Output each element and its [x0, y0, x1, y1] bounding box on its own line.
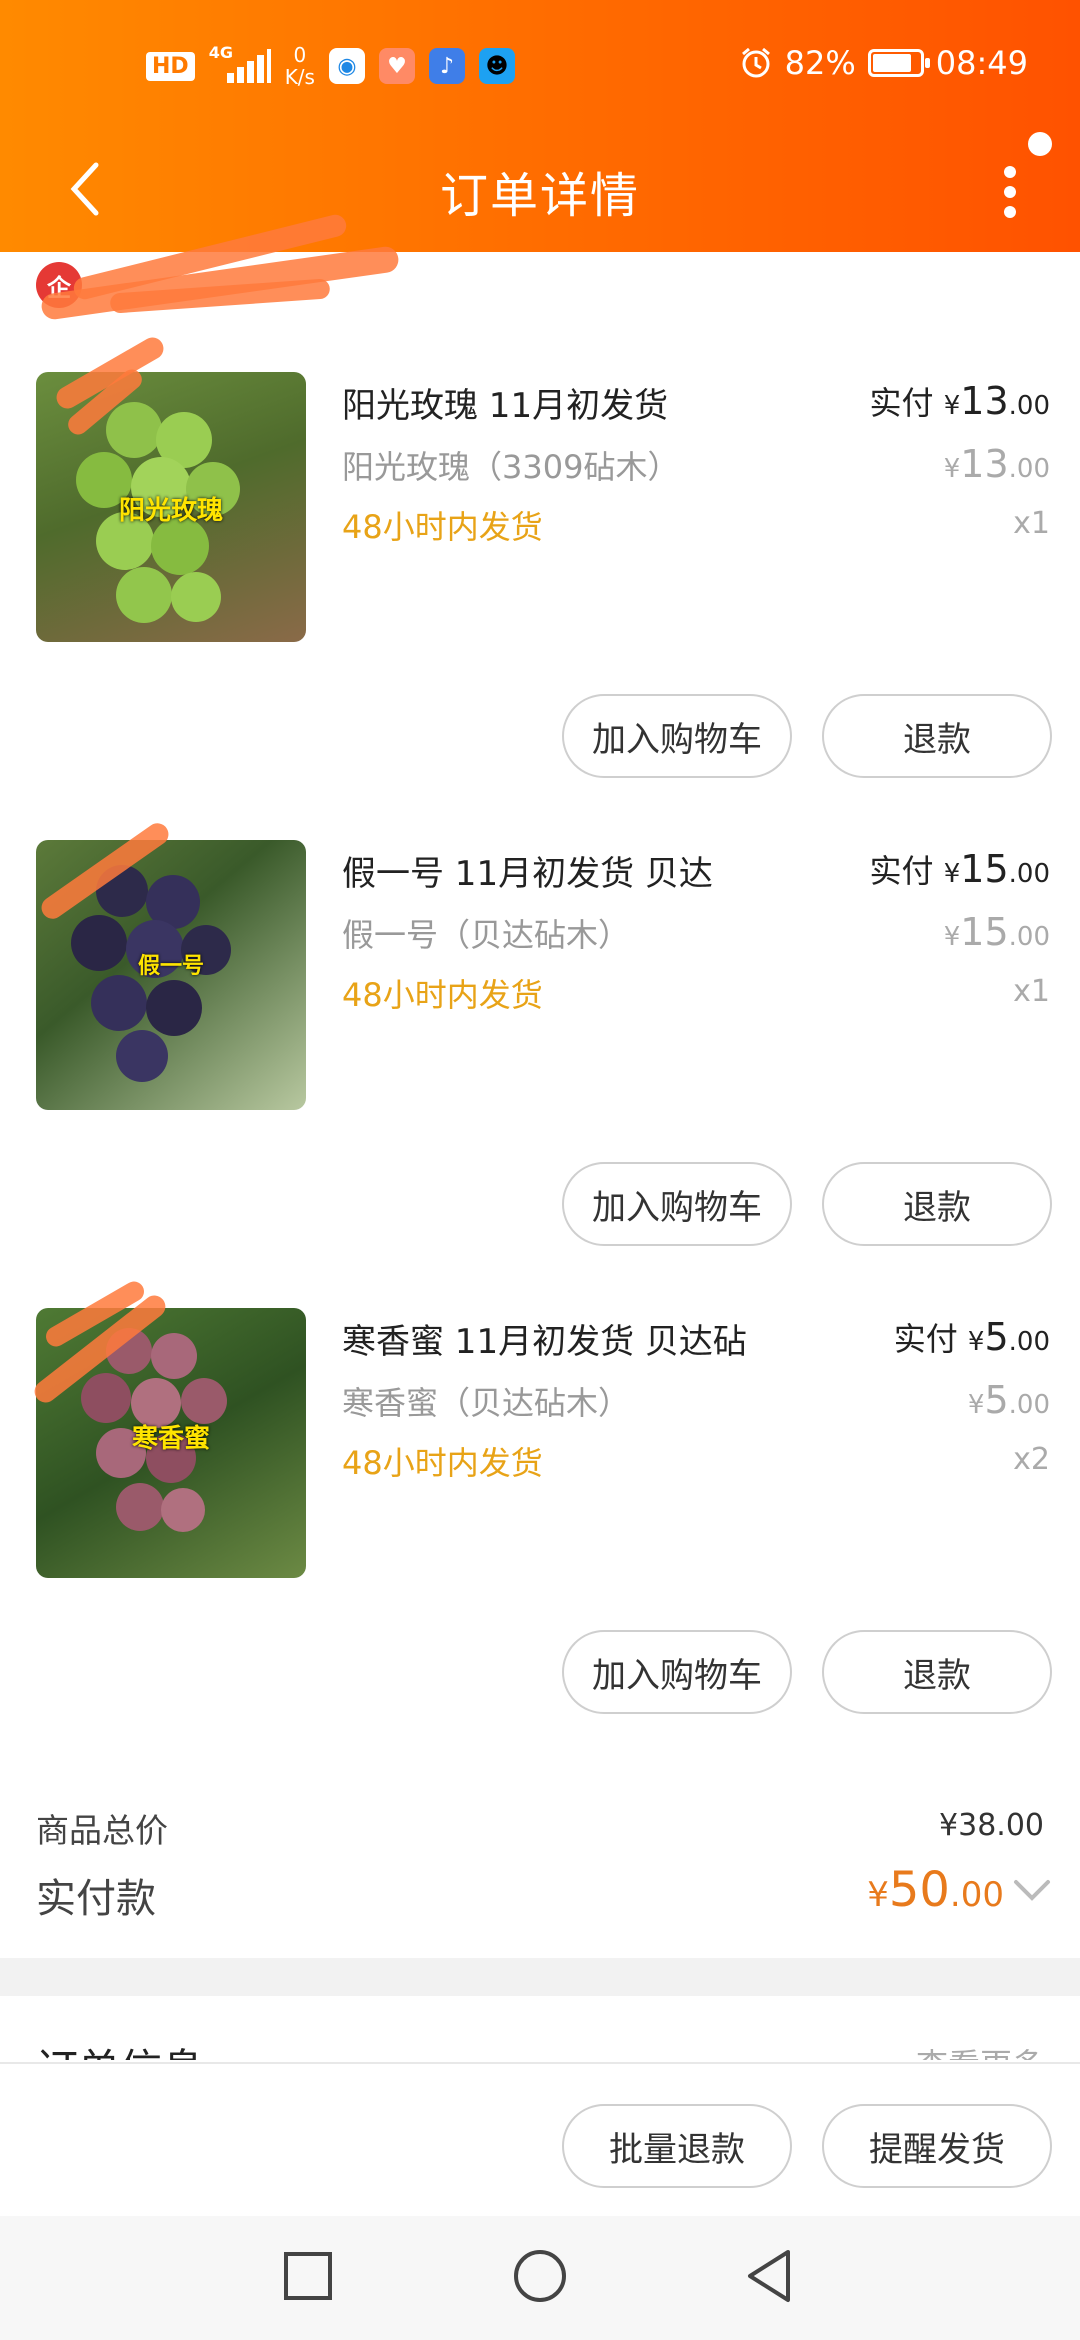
- battery-percent: 82%: [784, 44, 856, 82]
- quantity: x2: [1013, 1442, 1050, 1477]
- order-info-title: 订单信息: [36, 2036, 204, 2060]
- status-left: HD 4G 0 K/s ◉ ♥ ♪ ☻: [146, 43, 515, 89]
- hd-badge: HD: [146, 51, 195, 81]
- order-item: 寒香蜜 寒香蜜 11月初发货 贝达砧 寒香蜜（贝达砧木） 48小时内发货 实付 …: [0, 1277, 1080, 1778]
- order-item: 阳光玫瑰 阳光玫瑰 11月初发货 阳光玫瑰（3309砧木） 48小时内发货 实付…: [0, 333, 1080, 842]
- signal-icon: 4G: [209, 43, 271, 83]
- add-to-cart-button[interactable]: 加入购物车: [562, 694, 792, 778]
- order-item: 假一号 假一号 11月初发货 贝达 假一号（贝达砧木） 48小时内发货 实付 ¥…: [0, 818, 1080, 1310]
- goods-total-value: ¥38.00: [939, 1808, 1044, 1843]
- quantity: x1: [1013, 974, 1050, 1009]
- product-image-label: 阳光玫瑰: [118, 496, 223, 526]
- shipping-promise: 48小时内发货: [342, 508, 543, 546]
- refund-button[interactable]: 退款: [822, 694, 1052, 778]
- paid-price: 实付 ¥13.00: [869, 379, 1050, 423]
- refund-button[interactable]: 退款: [822, 1630, 1052, 1714]
- alarm-icon: [741, 47, 770, 78]
- section-divider: [0, 1958, 1080, 1996]
- remind-shipping-button[interactable]: 提醒发货: [822, 2104, 1052, 2188]
- status-bar: HD 4G 0 K/s ◉ ♥ ♪ ☻ 82% 08:49: [0, 0, 1080, 130]
- product-image-label: 假一号: [137, 954, 204, 979]
- net-speed: 0 K/s: [284, 43, 315, 89]
- nav-bar: 订单详情: [0, 130, 1080, 252]
- battery-icon: [867, 49, 930, 77]
- product-image[interactable]: 寒香蜜: [36, 1308, 306, 1578]
- product-title[interactable]: 寒香蜜 11月初发货 贝达砧: [342, 1314, 747, 1363]
- add-to-cart-button[interactable]: 加入购物车: [562, 1630, 792, 1714]
- original-price: ¥13.00: [943, 442, 1050, 486]
- bottom-action-bar: 批量退款 提醒发货: [0, 2062, 1080, 2216]
- original-price: ¥15.00: [943, 910, 1050, 954]
- refund-button[interactable]: 退款: [822, 1162, 1052, 1246]
- browser-icon: ◉: [328, 48, 365, 84]
- original-price: ¥5.00: [967, 1378, 1050, 1422]
- notification-dot: [1028, 132, 1052, 156]
- status-right: 82% 08:49: [739, 44, 1028, 82]
- more-button[interactable]: [976, 130, 1056, 240]
- page-title: 订单详情: [439, 168, 640, 224]
- product-sku: 假一号（贝达砧木）: [342, 916, 631, 954]
- amount-paid-value: ¥50.00: [867, 1862, 1004, 1918]
- chevron-down-icon[interactable]: [1012, 1874, 1052, 1904]
- product-title[interactable]: 阳光玫瑰 11月初发货: [342, 378, 668, 427]
- shipping-promise: 48小时内发货: [342, 1444, 543, 1482]
- back-nav-icon[interactable]: [740, 2246, 800, 2306]
- music-icon: ♪: [428, 48, 465, 84]
- system-nav-bar: [0, 2216, 1080, 2340]
- product-sku: 寒香蜜（贝达砧木）: [342, 1384, 631, 1422]
- amount-paid-label: 实付款: [36, 1876, 156, 1922]
- product-image-label: 寒香蜜: [131, 1424, 210, 1454]
- product-sku: 阳光玫瑰（3309砧木）: [342, 448, 680, 486]
- goods-total-label: 商品总价: [36, 1811, 168, 1850]
- qq-icon: ☻: [478, 48, 515, 84]
- home-icon[interactable]: [510, 2246, 570, 2306]
- paid-price: 实付 ¥15.00: [869, 847, 1050, 891]
- view-more-link[interactable]: 查看更多: [916, 2040, 1044, 2060]
- paid-price: 实付 ¥5.00: [893, 1315, 1050, 1359]
- health-icon: ♥: [378, 48, 415, 84]
- quantity: x1: [1013, 506, 1050, 541]
- clock: 08:49: [935, 44, 1028, 82]
- shop-header[interactable]: 企: [0, 212, 1080, 322]
- product-title[interactable]: 假一号 11月初发货 贝达: [342, 846, 713, 895]
- order-info-section[interactable]: 订单信息 查看更多: [0, 1996, 1080, 2060]
- recent-apps-icon[interactable]: [278, 2246, 338, 2306]
- shipping-promise: 48小时内发货: [342, 976, 543, 1014]
- order-totals: 商品总价 ¥38.00 实付款 ¥50.00: [0, 1790, 1080, 1960]
- add-to-cart-button[interactable]: 加入购物车: [562, 1162, 792, 1246]
- batch-refund-button[interactable]: 批量退款: [562, 2104, 792, 2188]
- app-header: HD 4G 0 K/s ◉ ♥ ♪ ☻ 82% 08:49 订单详情: [0, 0, 1080, 252]
